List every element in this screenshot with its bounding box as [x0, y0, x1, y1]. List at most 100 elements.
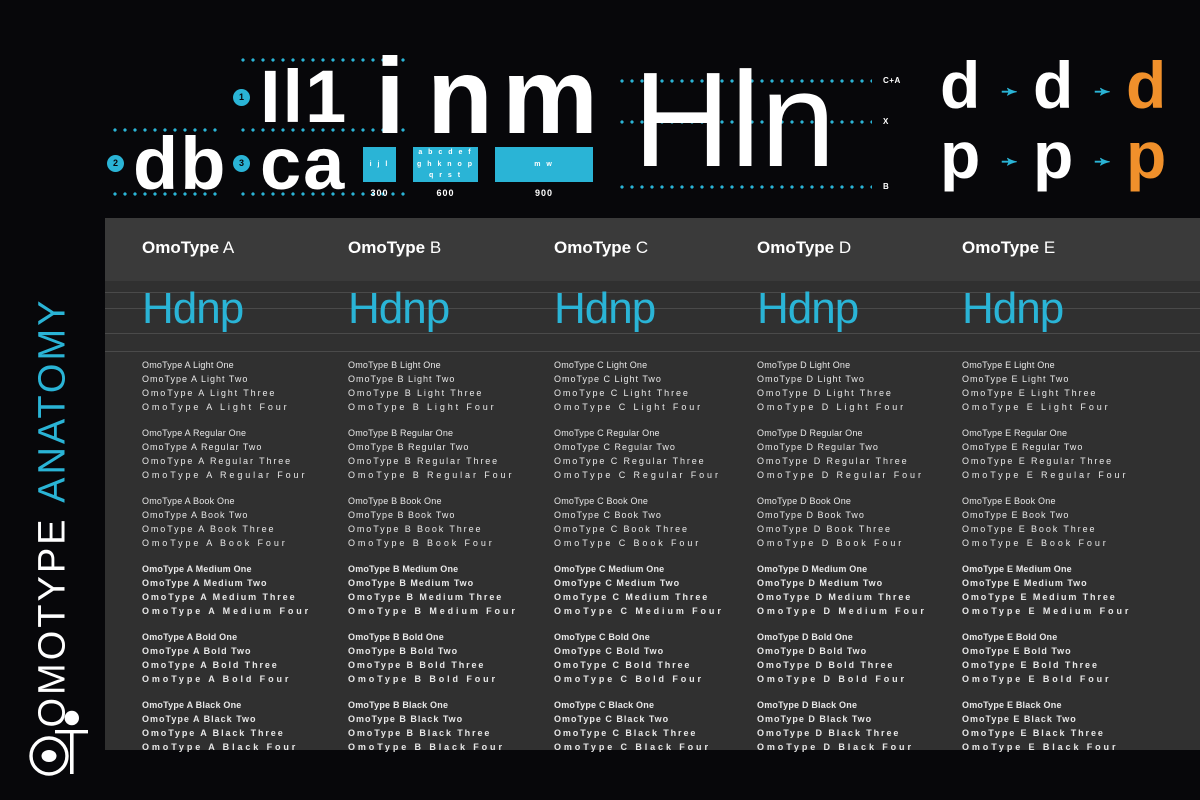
specimen-line: OmoType A Medium Two: [142, 578, 268, 588]
column-preview-E: Hdnp: [962, 284, 1064, 333]
specimen-line: OmoType E Light Two: [962, 374, 1070, 384]
specimen-line: OmoType E Regular One: [962, 428, 1068, 438]
column-title-family: OmoType: [962, 238, 1040, 257]
specimen-line: OmoType D Medium One: [757, 564, 868, 574]
specimen-line: OmoType C Black Four: [554, 742, 711, 752]
specimen-line: OmoType B Regular Four: [348, 470, 515, 480]
specimen-line: OmoType E Black One: [962, 700, 1062, 710]
specimen-line: OmoType A Book One: [142, 496, 235, 506]
specimen-line: OmoType A Regular Two: [142, 442, 263, 452]
specimen-line: OmoType D Regular Three: [757, 456, 909, 466]
column-preview-B: Hdnp: [348, 284, 450, 333]
specimen-line: OmoType B Black Three: [348, 728, 492, 738]
column-preview-C: Hdnp: [554, 284, 656, 333]
specimen-line: OmoType E Regular Four: [962, 470, 1129, 480]
specimen-line: OmoType E Book Four: [962, 538, 1109, 548]
specimen-line: OmoType A Book Four: [142, 538, 288, 548]
weight-list-B: OmoType B Light One OmoType B Light Two Om…: [348, 358, 553, 766]
specimen-line: OmoType B Bold Three: [348, 660, 486, 670]
column-title-variant: D: [834, 238, 852, 257]
specimen-column-B: OmoType B Hdnp OmoType B Light One OmoType …: [348, 218, 553, 752]
specimen-line: OmoType E Black Two: [962, 714, 1077, 724]
anatomy-glyphs-metrics: Hln: [633, 44, 836, 195]
column-title-family: OmoType: [554, 238, 632, 257]
specimen-line: OmoType B Book Two: [348, 510, 456, 520]
specimen-line: OmoType C Medium Two: [554, 578, 681, 588]
specimen-line: OmoType C Light Two: [554, 374, 662, 384]
anatomy-badge-2: 2: [107, 155, 124, 172]
column-title-variant: A: [219, 238, 235, 257]
specimen-panel: OmoType A Hdnp OmoType A Light One OmoType …: [105, 218, 1200, 752]
specimen-line: OmoType B Medium Three: [348, 592, 504, 602]
specimen-line: OmoType B Regular Two: [348, 442, 470, 452]
specimen-line: OmoType E Medium Three: [962, 592, 1117, 602]
anatomy-glyphs-curves: ca: [260, 122, 347, 205]
specimen-line: OmoType E Bold Two: [962, 646, 1072, 656]
width-box-300: i j l: [363, 147, 396, 182]
column-title-A: OmoType A: [142, 238, 234, 258]
specimen-line: OmoType E Light One: [962, 360, 1055, 370]
specimen-line: OmoType C Regular One: [554, 428, 660, 438]
specimen-line: OmoType A Black Two: [142, 714, 257, 724]
specimen-line: OmoType B Book One: [348, 496, 442, 506]
specimen-line: OmoType D Medium Four: [757, 606, 927, 616]
specimen-line: OmoType B Black Four: [348, 742, 505, 752]
weight-group-black: OmoType B Black One OmoType B Black Two Om…: [348, 698, 553, 754]
column-preview-A: Hdnp: [142, 284, 244, 333]
specimen-line: OmoType A Book Three: [142, 524, 276, 534]
specimen-line: OmoType D Book Two: [757, 510, 865, 520]
weight-group-black: OmoType D Black One OmoType D Black Two Om…: [757, 698, 962, 754]
width-value-300: 300: [370, 188, 389, 198]
specimen-line: OmoType B Black Two: [348, 714, 464, 724]
specimen-line: OmoType B Book Four: [348, 538, 495, 548]
weight-group-light: OmoType C Light One OmoType C Light Two Om…: [554, 358, 759, 414]
specimen-line: OmoType B Light One: [348, 360, 441, 370]
width-glyph-n: n: [427, 35, 493, 156]
weight-group-bold: OmoType B Bold One OmoType B Bold Two OmoT…: [348, 630, 553, 686]
specimen-line: OmoType B Book Three: [348, 524, 483, 534]
specimen-line: OmoType A Book Two: [142, 510, 249, 520]
specimen-line: OmoType E Regular Two: [962, 442, 1084, 452]
counter-d-step-2: d: [1033, 48, 1074, 122]
specimen-columns: OmoType A Hdnp OmoType A Light One OmoType …: [105, 218, 1200, 752]
specimen-line: OmoType D Bold Two: [757, 646, 868, 656]
weight-group-medium: OmoType A Medium One OmoType A Medium Two…: [142, 562, 347, 618]
specimen-line: OmoType B Bold Two: [348, 646, 459, 656]
specimen-line: OmoType A Black Three: [142, 728, 285, 738]
column-title-variant: B: [425, 238, 442, 257]
column-title-E: OmoType E: [962, 238, 1055, 258]
specimen-line: OmoType A Medium One: [142, 564, 252, 574]
specimen-line: OmoType A Medium Four: [142, 606, 312, 616]
weight-group-bold: OmoType A Bold One OmoType A Bold Two OmoT…: [142, 630, 347, 686]
vertical-title-primary: OMOTYPE: [31, 516, 74, 728]
weight-list-D: OmoType D Light One OmoType D Light Two Om…: [757, 358, 962, 766]
specimen-line: OmoType C Bold Three: [554, 660, 692, 670]
specimen-line: OmoType B Light Three: [348, 388, 484, 398]
weight-list-E: OmoType E Light One OmoType E Light Two Om…: [962, 358, 1167, 766]
weight-group-book: OmoType E Book One OmoType E Book Two OmoT…: [962, 494, 1167, 550]
weight-group-book: OmoType D Book One OmoType D Book Two OmoT…: [757, 494, 962, 550]
counter-arrow-p-2: ➛: [1094, 151, 1111, 173]
weight-group-light: OmoType E Light One OmoType E Light Two Om…: [962, 358, 1167, 414]
weight-group-bold: OmoType D Bold One OmoType D Bold Two OmoT…: [757, 630, 962, 686]
specimen-line: OmoType A Black One: [142, 700, 242, 710]
specimen-line: OmoType C Light Three: [554, 388, 690, 398]
weight-group-bold: OmoType E Bold One OmoType E Bold Two OmoT…: [962, 630, 1167, 686]
specimen-line: OmoType A Bold Two: [142, 646, 252, 656]
specimen-line: OmoType B Bold Four: [348, 674, 498, 684]
weight-group-bold: OmoType C Bold One OmoType C Bold Two OmoT…: [554, 630, 759, 686]
weight-group-black: OmoType E Black One OmoType E Black Two Om…: [962, 698, 1167, 754]
weight-group-book: OmoType C Book One OmoType C Book Two OmoT…: [554, 494, 759, 550]
specimen-line: OmoType C Bold Two: [554, 646, 665, 656]
specimen-line: OmoType C Medium One: [554, 564, 665, 574]
specimen-line: OmoType E Medium Two: [962, 578, 1088, 588]
specimen-line: OmoType E Medium Four: [962, 606, 1132, 616]
width-box-900: m w: [495, 147, 593, 182]
specimen-line: OmoType B Medium Four: [348, 606, 518, 616]
specimen-line: OmoType D Light Three: [757, 388, 893, 398]
weight-group-regular: OmoType D Regular One OmoType D Regular T…: [757, 426, 962, 482]
vertical-title-secondary: ANATOMY: [31, 297, 74, 503]
specimen-line: OmoType A Bold Four: [142, 674, 292, 684]
specimen-line: OmoType B Bold One: [348, 632, 444, 642]
specimen-line: OmoType E Book Three: [962, 524, 1097, 534]
